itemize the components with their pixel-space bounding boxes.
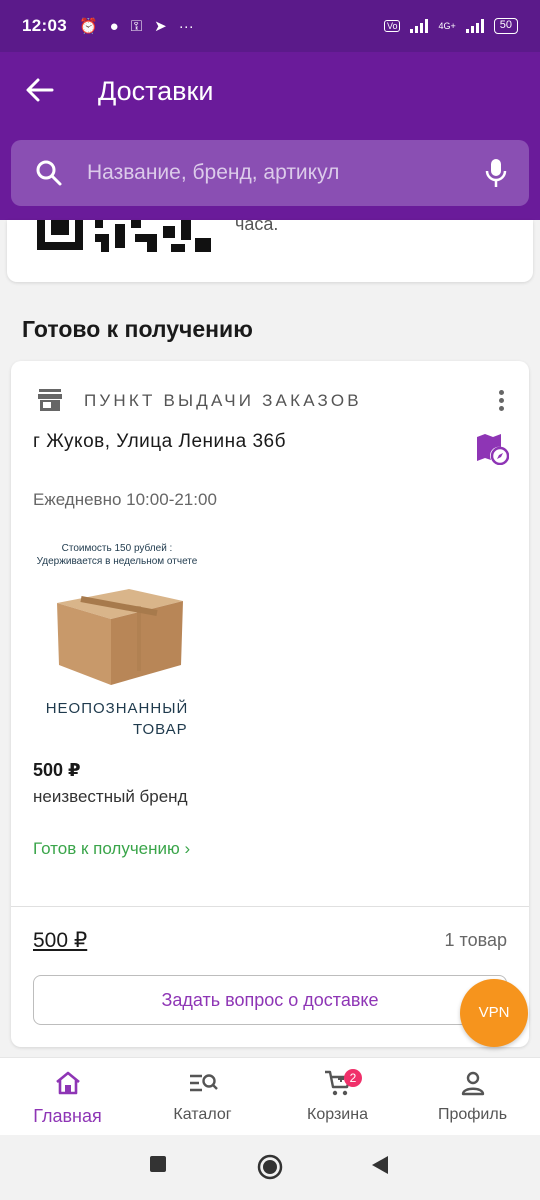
status-bar: 12:03 ⏰ ● ⚿ ➤ ··· Vo 4G+ 50 xyxy=(0,0,540,52)
product-image-label: НЕОПОЗНАННЫЙ xyxy=(45,700,189,717)
telegram-icon: ➤ xyxy=(154,18,167,35)
nav-home[interactable]: Главная xyxy=(0,1066,135,1136)
divider xyxy=(11,906,529,907)
home-button-icon[interactable] xyxy=(257,1154,283,1180)
more-options-icon[interactable] xyxy=(489,387,513,415)
nav-profile[interactable]: Профиль xyxy=(405,1066,540,1136)
search-icon xyxy=(36,160,62,186)
search-bar[interactable] xyxy=(11,140,529,206)
qr-code-icon xyxy=(37,220,211,252)
nav-cart-label: Корзина xyxy=(307,1106,368,1123)
qr-code-card: часа. xyxy=(7,220,533,282)
product-price: 500 ₽ xyxy=(33,760,81,780)
product-image-caption-2: Удерживается в недельном отчете xyxy=(36,556,198,567)
section-title: Готово к получению xyxy=(22,316,253,342)
page-title: Доставки xyxy=(98,76,214,106)
status-time: 12:03 xyxy=(22,16,67,35)
nav-catalog[interactable]: Каталог xyxy=(135,1066,270,1136)
nav-home-label: Главная xyxy=(33,1106,102,1126)
ask-delivery-question-button[interactable]: Задать вопрос о доставке xyxy=(33,975,507,1025)
chat-icon: ● xyxy=(109,17,119,35)
map-navigation-icon[interactable] xyxy=(475,433,509,465)
order-total: 500 ₽ xyxy=(33,929,88,952)
partial-info-text: часа. xyxy=(235,220,279,234)
bottom-nav: Главная Каталог 2 Корзина Профиль xyxy=(0,1057,540,1135)
item-count: 1 товар xyxy=(444,930,507,950)
signal-icon xyxy=(410,19,429,33)
back-button[interactable] xyxy=(22,72,58,108)
pickup-type-label: ПУНКТ ВЫДАЧИ ЗАКАЗОВ xyxy=(84,391,362,410)
product-image-caption: Стоимость 150 рублей : xyxy=(61,543,173,554)
network-4g-icon: 4G+ xyxy=(438,21,456,31)
pickup-address: г Жуков, Улица Ленина 36б xyxy=(33,431,287,452)
profile-icon xyxy=(461,1071,484,1096)
product-image[interactable]: Стоимость 150 рублей : Удерживается в не… xyxy=(33,537,201,742)
catalog-search-icon xyxy=(189,1074,218,1092)
volte-icon: Vo xyxy=(383,20,401,32)
delivery-card: ПУНКТ ВЫДАЧИ ЗАКАЗОВ г Жуков, Улица Лени… xyxy=(11,361,529,1047)
order-status-link[interactable]: Готов к получению › xyxy=(33,838,193,860)
arrow-left-icon xyxy=(26,78,54,102)
nav-catalog-label: Каталог xyxy=(173,1106,232,1123)
store-icon xyxy=(38,389,62,411)
key-icon: ⚿ xyxy=(130,17,143,35)
back-button-icon[interactable] xyxy=(371,1155,389,1175)
product-image-label-2: ТОВАР xyxy=(133,721,188,738)
nav-cart[interactable]: 2 Корзина xyxy=(270,1066,405,1136)
microphone-icon[interactable] xyxy=(485,158,507,188)
pickup-hours: Ежедневно 10:00-21:00 xyxy=(33,490,217,509)
system-indicators: Vo 4G+ 50 xyxy=(383,18,518,34)
product-brand: неизвестный бренд xyxy=(33,787,188,806)
battery-icon: 50 xyxy=(493,18,518,34)
alarm-icon: ⏰ xyxy=(78,18,98,35)
home-icon xyxy=(55,1071,80,1095)
cardboard-box-icon xyxy=(57,589,183,685)
search-input[interactable] xyxy=(87,154,467,192)
app-header: Доставки xyxy=(0,52,540,220)
recents-button-icon[interactable] xyxy=(149,1155,167,1173)
system-nav-bar xyxy=(0,1135,540,1200)
cart-badge: 2 xyxy=(344,1069,362,1087)
more-notifications-icon: ··· xyxy=(178,17,194,35)
notification-icons: ⏰ ● ⚿ ➤ ··· xyxy=(78,17,194,36)
signal-2-icon xyxy=(465,19,484,33)
vpn-floating-button[interactable]: VPN xyxy=(460,979,528,1047)
nav-profile-label: Профиль xyxy=(437,1106,508,1123)
